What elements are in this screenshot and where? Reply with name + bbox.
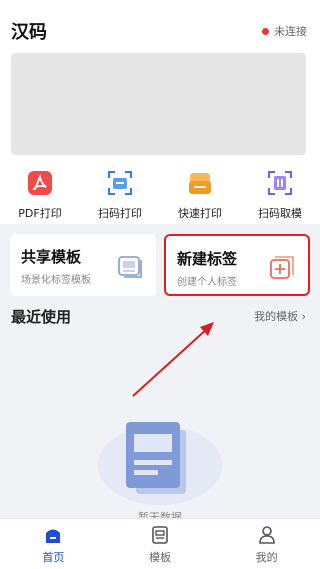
tab-templates[interactable]: 模板 <box>107 519 214 569</box>
template-gallery-icon <box>118 256 142 278</box>
tab-label: 模板 <box>149 551 171 564</box>
app-title: 汉码 <box>11 22 47 43</box>
new-label-card[interactable]: 新建标签 创建个人标签 <box>164 234 310 296</box>
banner-image[interactable] <box>11 53 306 155</box>
bottom-tab-bar: 首页 模板 我的 <box>0 518 320 569</box>
empty-state-illustration <box>98 422 222 505</box>
shortcut-bar: PDF打印 扫码打印 快速打印 扫码取模 <box>0 160 320 224</box>
shortcut-label: PDF打印 <box>18 207 62 220</box>
scan-print-icon <box>105 168 135 198</box>
recent-section-title: 最近使用 <box>11 308 72 326</box>
tab-home[interactable]: 首页 <box>0 519 107 569</box>
card-subtitle: 创建个人标签 <box>177 277 237 288</box>
template-icon <box>152 526 168 544</box>
connection-status[interactable]: 未连接 <box>262 23 307 39</box>
shortcut-label: 快速打印 <box>178 207 222 220</box>
shortcut-label: 扫码打印 <box>98 207 142 220</box>
home-icon <box>46 529 61 543</box>
quick-print-icon <box>185 168 215 198</box>
chevron-right-icon: › <box>301 310 306 323</box>
profile-icon <box>258 526 275 544</box>
my-templates-link[interactable]: 我的模板 › <box>254 308 306 324</box>
card-subtitle: 场景化标签模板 <box>21 275 91 286</box>
shortcut-label: 扫码取模 <box>258 207 302 220</box>
shortcut-quick-print[interactable]: 快速打印 <box>160 160 240 224</box>
add-label-icon <box>270 256 294 279</box>
pdf-icon <box>25 168 55 198</box>
tab-profile[interactable]: 我的 <box>213 519 320 569</box>
tab-label: 我的 <box>255 551 278 564</box>
scan-template-icon <box>265 168 295 198</box>
card-title: 共享模板 <box>21 248 82 266</box>
top-header: 汉码 未连接 <box>0 0 320 160</box>
my-templates-label: 我的模板 <box>254 310 299 323</box>
connection-status-label: 未连接 <box>274 25 307 38</box>
shortcut-scan-print[interactable]: 扫码打印 <box>80 160 160 224</box>
shortcut-pdf-print[interactable]: PDF打印 <box>0 160 80 224</box>
card-title: 新建标签 <box>177 250 238 268</box>
feature-cards: 共享模板 场景化标签模板 新建标签 创建个人标签 <box>0 224 320 300</box>
tab-label: 首页 <box>42 551 65 564</box>
status-dot-icon <box>262 27 269 35</box>
shortcut-scan-template[interactable]: 扫码取模 <box>240 160 320 224</box>
shared-templates-card[interactable]: 共享模板 场景化标签模板 <box>10 234 156 296</box>
